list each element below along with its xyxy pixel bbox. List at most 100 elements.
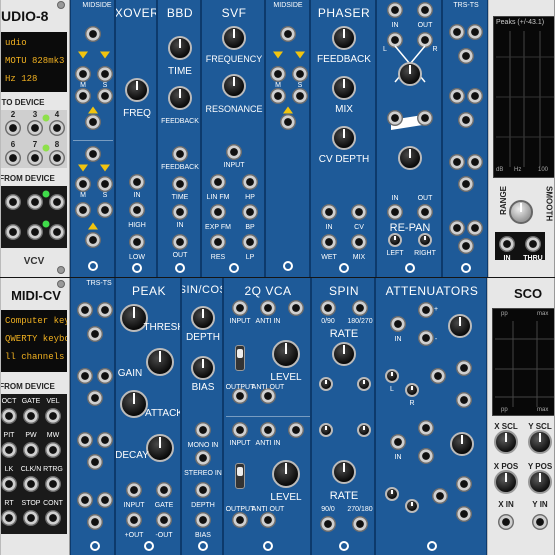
midside-s-jack[interactable] bbox=[97, 176, 113, 192]
midside-out-jack[interactable] bbox=[280, 114, 296, 130]
trs-jack[interactable] bbox=[97, 302, 113, 318]
to-device-jack-7[interactable] bbox=[27, 150, 43, 166]
vca-cv-jack[interactable] bbox=[288, 300, 304, 316]
midside-m-jack[interactable] bbox=[75, 66, 91, 82]
spin-small-knob[interactable] bbox=[319, 423, 333, 437]
oct-jack[interactable] bbox=[1, 408, 17, 424]
vca-output-jack[interactable] bbox=[232, 512, 248, 528]
lp-out-jack[interactable] bbox=[242, 234, 258, 250]
trs-jack[interactable] bbox=[87, 514, 103, 530]
peak-neg-out-jack[interactable] bbox=[156, 512, 172, 528]
atten-minus-jack[interactable] bbox=[456, 506, 472, 522]
spin-small-knob[interactable] bbox=[357, 423, 371, 437]
midside-s-jack[interactable] bbox=[97, 202, 113, 218]
feedback-cv-jack[interactable] bbox=[172, 146, 188, 162]
midside-in-jack[interactable] bbox=[280, 26, 296, 42]
x-scale-knob[interactable] bbox=[494, 430, 518, 454]
scope-thru-jack[interactable] bbox=[525, 236, 541, 252]
trs-jack[interactable] bbox=[77, 432, 93, 448]
trs-jack[interactable] bbox=[97, 432, 113, 448]
bias-cv-jack[interactable] bbox=[195, 512, 211, 528]
from-device-jack-4[interactable] bbox=[49, 194, 65, 210]
stop-jack[interactable] bbox=[23, 510, 39, 526]
trs-jack[interactable] bbox=[449, 154, 465, 170]
rate-knob[interactable] bbox=[332, 342, 356, 366]
atten-jack[interactable] bbox=[430, 368, 446, 384]
depth-cv-jack[interactable] bbox=[195, 482, 211, 498]
vca-anti-in-jack[interactable] bbox=[260, 422, 276, 438]
vca-input-jack[interactable] bbox=[232, 300, 248, 316]
time-knob[interactable] bbox=[168, 36, 192, 60]
freq-knob[interactable] bbox=[125, 78, 149, 102]
xover-in-jack[interactable] bbox=[129, 174, 145, 190]
trs-jack[interactable] bbox=[458, 48, 474, 64]
lin-fm-jack[interactable] bbox=[210, 174, 226, 190]
trs-jack[interactable] bbox=[77, 368, 93, 384]
level2-knob[interactable] bbox=[272, 460, 300, 488]
midside-s-jack[interactable] bbox=[97, 88, 113, 104]
repan-top-jack[interactable] bbox=[417, 2, 433, 18]
atten-minus-jack[interactable] bbox=[418, 448, 434, 464]
midside-m-jack[interactable] bbox=[75, 202, 91, 218]
xover-high-jack[interactable] bbox=[129, 202, 145, 218]
trs-jack[interactable] bbox=[458, 238, 474, 254]
x-pos-knob[interactable] bbox=[494, 470, 518, 494]
repan-pan-knob[interactable] bbox=[398, 146, 422, 170]
midside-m-jack[interactable] bbox=[75, 88, 91, 104]
range-knob[interactable] bbox=[509, 200, 533, 224]
atten-plus-jack[interactable] bbox=[456, 476, 472, 492]
wet-out-jack[interactable] bbox=[321, 234, 337, 250]
vca-anti-out-jack[interactable] bbox=[260, 512, 276, 528]
decay-knob[interactable] bbox=[146, 434, 174, 462]
cv-depth-knob[interactable] bbox=[332, 126, 356, 150]
depth-knob[interactable] bbox=[191, 306, 215, 330]
midside-in-jack[interactable] bbox=[85, 146, 101, 162]
to-device-jack-8[interactable] bbox=[49, 150, 65, 166]
atten-plus-jack[interactable] bbox=[456, 360, 472, 376]
midside-m-jack[interactable] bbox=[75, 176, 91, 192]
atten-minus-jack[interactable] bbox=[456, 392, 472, 408]
l-knob[interactable] bbox=[385, 369, 399, 383]
y-scale-knob[interactable] bbox=[528, 430, 552, 454]
xover-low-jack[interactable] bbox=[129, 234, 145, 250]
rtrg-jack[interactable] bbox=[45, 476, 61, 492]
trs-jack[interactable] bbox=[449, 24, 465, 40]
repan-out-jack[interactable] bbox=[417, 204, 433, 220]
stereo-in-jack[interactable] bbox=[195, 450, 211, 466]
rate2-knob[interactable] bbox=[332, 460, 356, 484]
spin-small-knob[interactable] bbox=[357, 377, 371, 391]
spectrum-display[interactable]: Peaks (+/-43.1) dB Hz 100 bbox=[493, 16, 554, 178]
to-device-jack-2[interactable] bbox=[5, 120, 21, 136]
phaser-feedback-knob[interactable] bbox=[332, 26, 356, 50]
midside-s-jack[interactable] bbox=[97, 66, 113, 82]
y-in-jack[interactable] bbox=[532, 514, 548, 530]
atten-plus-jack[interactable] bbox=[418, 302, 434, 318]
spin-90-0-jack[interactable] bbox=[320, 516, 336, 532]
trs-jack[interactable] bbox=[449, 88, 465, 104]
from-device-jack-6[interactable] bbox=[5, 224, 21, 240]
atten-jack[interactable] bbox=[432, 488, 448, 504]
from-device-jack-7[interactable] bbox=[27, 224, 43, 240]
phaser-in-jack[interactable] bbox=[321, 204, 337, 220]
repan-r-out-jack[interactable] bbox=[417, 110, 433, 126]
hp-out-jack[interactable] bbox=[242, 174, 258, 190]
r-knob[interactable] bbox=[405, 383, 419, 397]
midside-m-jack[interactable] bbox=[270, 66, 286, 82]
midside-out-jack[interactable] bbox=[85, 232, 101, 248]
from-device-jack-2[interactable] bbox=[5, 194, 21, 210]
midside-m-jack[interactable] bbox=[270, 88, 286, 104]
vca-cv-jack[interactable] bbox=[288, 422, 304, 438]
peak-pos-out-jack[interactable] bbox=[126, 512, 142, 528]
trs-jack[interactable] bbox=[97, 368, 113, 384]
midside-s-jack[interactable] bbox=[292, 88, 308, 104]
trs-jack[interactable] bbox=[87, 326, 103, 342]
exp-fm-jack[interactable] bbox=[210, 204, 226, 220]
vca-anti-in-jack[interactable] bbox=[260, 300, 276, 316]
trs-jack[interactable] bbox=[77, 492, 93, 508]
clk-jack[interactable] bbox=[1, 476, 17, 492]
repan-r-in-jack[interactable] bbox=[387, 110, 403, 126]
peak-gate-jack[interactable] bbox=[156, 482, 172, 498]
atten-in-jack[interactable] bbox=[390, 316, 406, 332]
trs-jack[interactable] bbox=[87, 454, 103, 470]
resonance-knob[interactable] bbox=[222, 74, 246, 98]
